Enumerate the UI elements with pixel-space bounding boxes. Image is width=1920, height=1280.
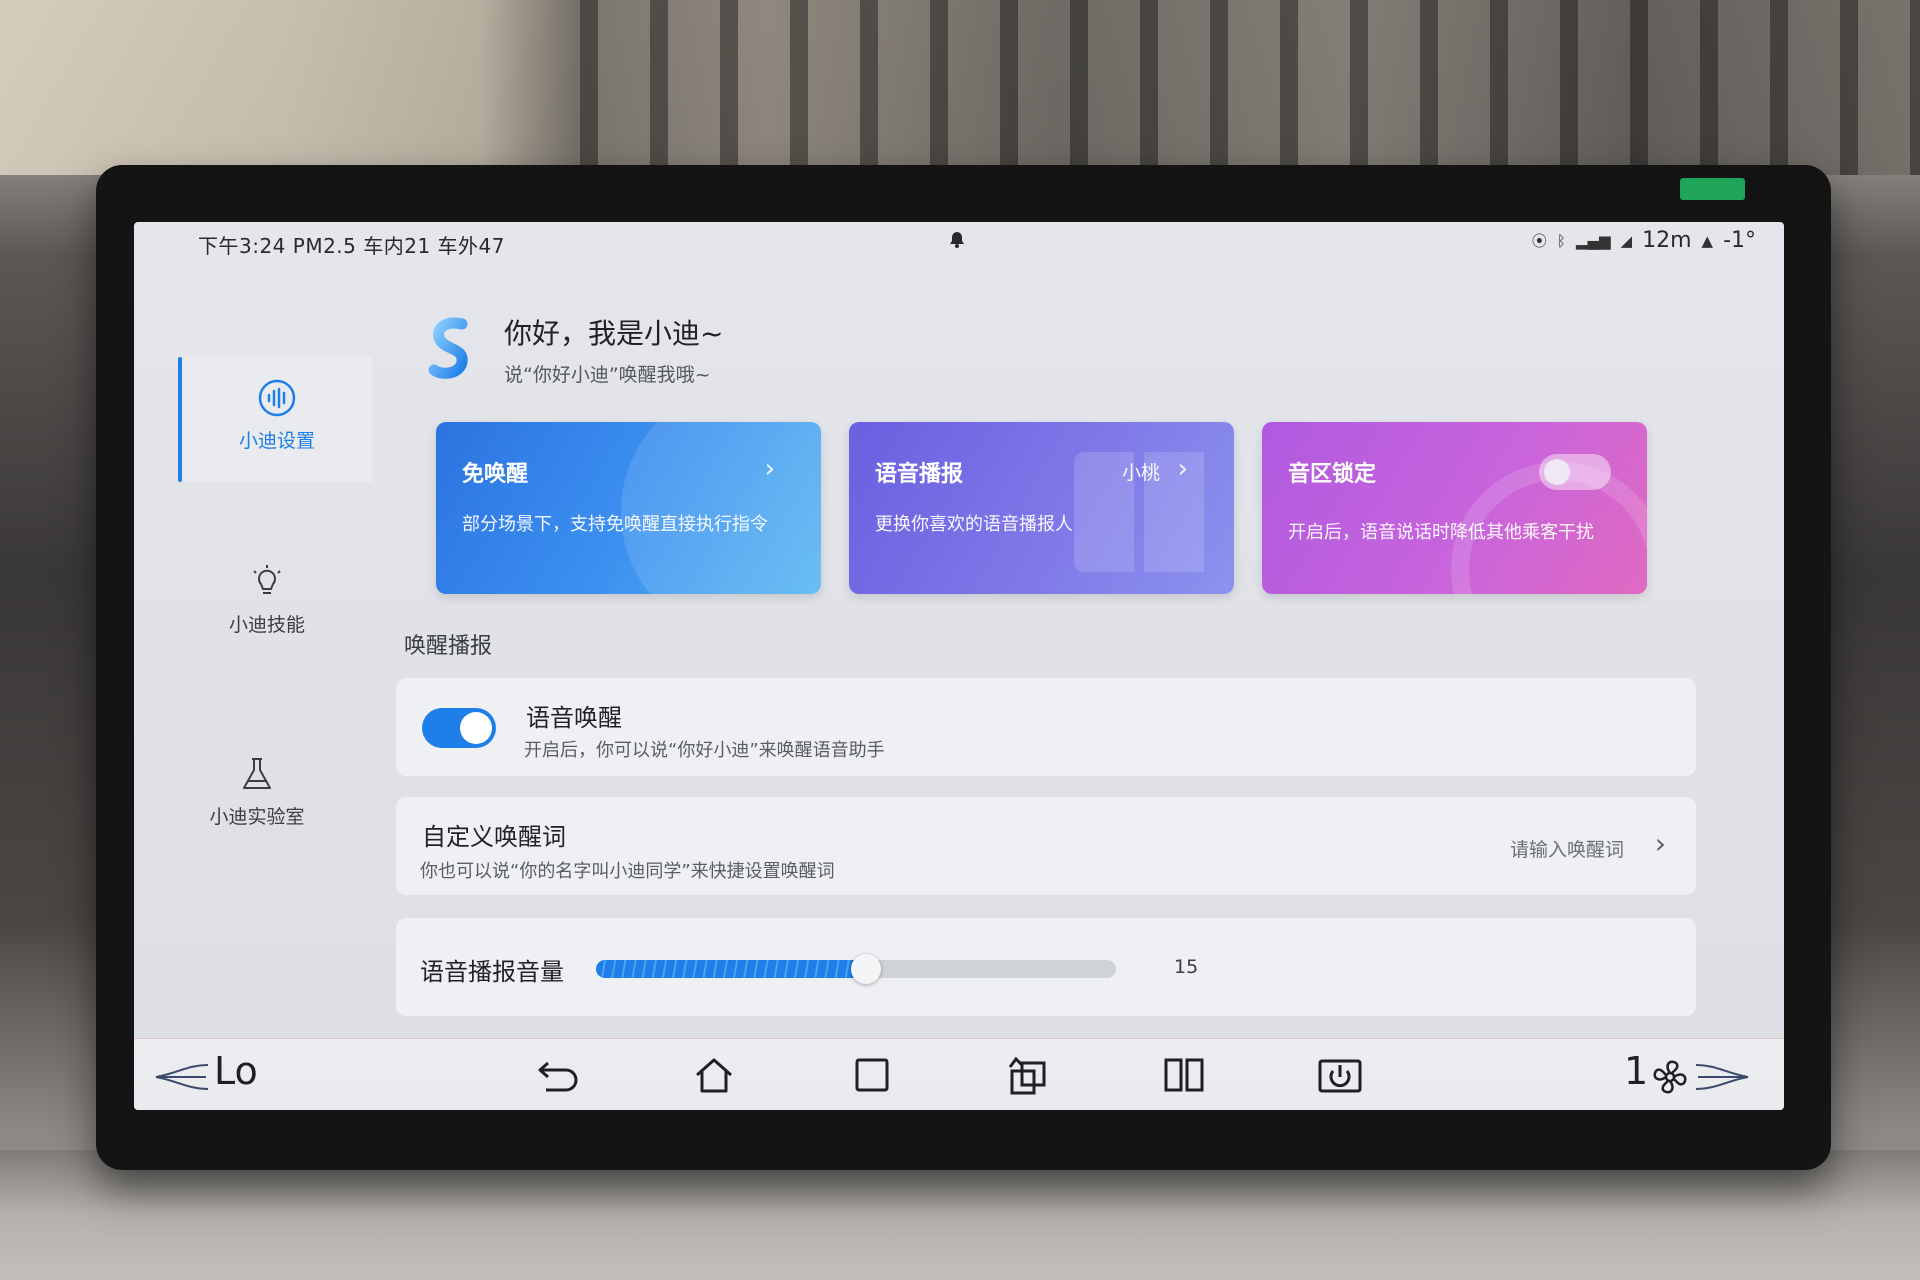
system-nav-bar: Lo 1 (134, 1038, 1784, 1110)
section-title: 唤醒播报 (404, 634, 493, 659)
card-title: 语音播报 (875, 462, 964, 487)
outside-temp-readout: -1° (1723, 228, 1756, 253)
volume-slider-handle[interactable] (851, 954, 882, 984)
power-button[interactable] (1316, 1053, 1364, 1097)
row-description: 你也可以说“你的名字叫小迪同学”来快捷设置唤醒词 (420, 861, 835, 882)
toggle-knob (460, 712, 492, 744)
split-screen-button[interactable] (1160, 1053, 1208, 1097)
card-description: 开启后，语音说话时降低其他乘客干扰 (1288, 522, 1594, 543)
custom-wake-word-row[interactable]: 自定义唤醒词 你也可以说“你的名字叫小迪同学”来快捷设置唤醒词 请输入唤醒词 › (396, 797, 1696, 895)
card-voice-broadcast[interactable]: 语音播报 小桃 › 更换你喜欢的语音播报人 (849, 422, 1234, 594)
bezel-accent (1680, 178, 1745, 200)
recent-apps-button[interactable] (848, 1053, 896, 1097)
weather-icon: ▲ (1701, 231, 1714, 250)
voice-wake-row: 语音唤醒 开启后，你可以说“你好小迪”来唤醒语音助手 (396, 678, 1696, 776)
fan-airflow-left-icon (155, 1064, 209, 1090)
row-title: 语音唤醒 (526, 704, 622, 732)
row-title: 语音播报音量 (420, 958, 564, 986)
sidebar-item-label: 小迪实验室 (209, 806, 305, 828)
zone-lock-toggle[interactable] (1539, 454, 1611, 490)
status-bar-info: 下午3:24 PM2.5 车内21 车外47 (198, 234, 506, 258)
card-zone-lock: 音区锁定 开启后，语音说话时降低其他乘客干扰 (1262, 422, 1647, 594)
volume-slider-fill (596, 960, 867, 978)
sidebar-item-settings[interactable]: 小迪设置 (182, 378, 372, 453)
sidebar-item-label: 小迪设置 (238, 430, 315, 452)
sidebar-item-label: 小迪技能 (228, 614, 305, 636)
voice-wave-icon (258, 379, 296, 417)
background-blinds (580, 0, 1920, 175)
bluetooth-icon: ᛒ (1556, 231, 1566, 250)
sidebar-item-skills[interactable]: 小迪技能 (172, 562, 362, 637)
card-description: 更换你喜欢的语音播报人 (875, 514, 1073, 535)
infotainment-screen: 下午3:24 PM2.5 车内21 车外47 ⦿ ᛒ ▂▄▆ ◢ 12m ▲ -… (134, 222, 1784, 1110)
back-arrow-icon (538, 1061, 578, 1092)
home-button[interactable] (690, 1053, 738, 1097)
card-title: 音区锁定 (1288, 462, 1377, 487)
volume-value: 15 (1174, 956, 1199, 978)
chevron-right-icon: › (1654, 827, 1666, 860)
signal-strength-icon: ◢ (1620, 231, 1633, 250)
lightbulb-icon (253, 565, 281, 594)
assistant-subtitle: 说“你好小迪”唤醒我哦~ (504, 364, 711, 386)
card-description: 部分场景下，支持免唤醒直接执行指令 (462, 514, 768, 535)
assistant-greeting: 你好，我是小迪~ (504, 317, 724, 350)
power-icon (1318, 1059, 1362, 1093)
card-decoration (621, 422, 821, 594)
card-wake-free[interactable]: 免唤醒 › 部分场景下，支持免唤醒直接执行指令 (436, 422, 821, 594)
rotate-screen-icon (1008, 1056, 1046, 1095)
voice-wake-toggle[interactable] (422, 708, 496, 748)
home-icon (696, 1058, 732, 1093)
row-description: 开启后，你可以说“你好小迪”来唤醒语音助手 (524, 740, 885, 761)
signal-4g-icon: ▂▄▆ (1575, 231, 1611, 250)
flask-icon (243, 758, 271, 789)
location-icon: ⦿ (1531, 232, 1547, 250)
row-title: 自定义唤醒词 (422, 823, 566, 851)
wake-word-input-hint[interactable]: 请输入唤醒词 (1510, 835, 1624, 862)
toggle-knob (1544, 459, 1570, 485)
chevron-right-icon: › (764, 454, 775, 484)
notification-bell-icon[interactable] (946, 228, 968, 256)
left-temperature[interactable]: Lo (214, 1049, 258, 1093)
card-title: 免唤醒 (462, 462, 529, 487)
assistant-logo-icon (428, 317, 468, 379)
back-button[interactable] (534, 1053, 582, 1097)
fan-airflow-right-icon (1695, 1064, 1749, 1090)
volume-row: 语音播报音量 15 (396, 918, 1696, 1016)
photo-scene: 下午3:24 PM2.5 车内21 车外47 ⦿ ᛒ ▂▄▆ ◢ 12m ▲ -… (0, 0, 1920, 1280)
fan-level[interactable]: 1 (1624, 1049, 1648, 1093)
fan-icon (1653, 1060, 1687, 1094)
current-voice-name: 小桃 (1121, 462, 1160, 484)
distance-readout: 12m (1642, 228, 1692, 253)
sidebar-item-lab[interactable]: 小迪实验室 (162, 754, 352, 829)
rotate-screen-button[interactable] (1004, 1053, 1052, 1097)
status-bar-right: ⦿ ᛒ ▂▄▆ ◢ 12m ▲ -1° (1532, 228, 1756, 253)
split-screen-icon (1164, 1058, 1204, 1092)
chevron-right-icon: › (1177, 454, 1188, 484)
square-icon (855, 1058, 889, 1092)
volume-slider[interactable] (596, 954, 1116, 984)
